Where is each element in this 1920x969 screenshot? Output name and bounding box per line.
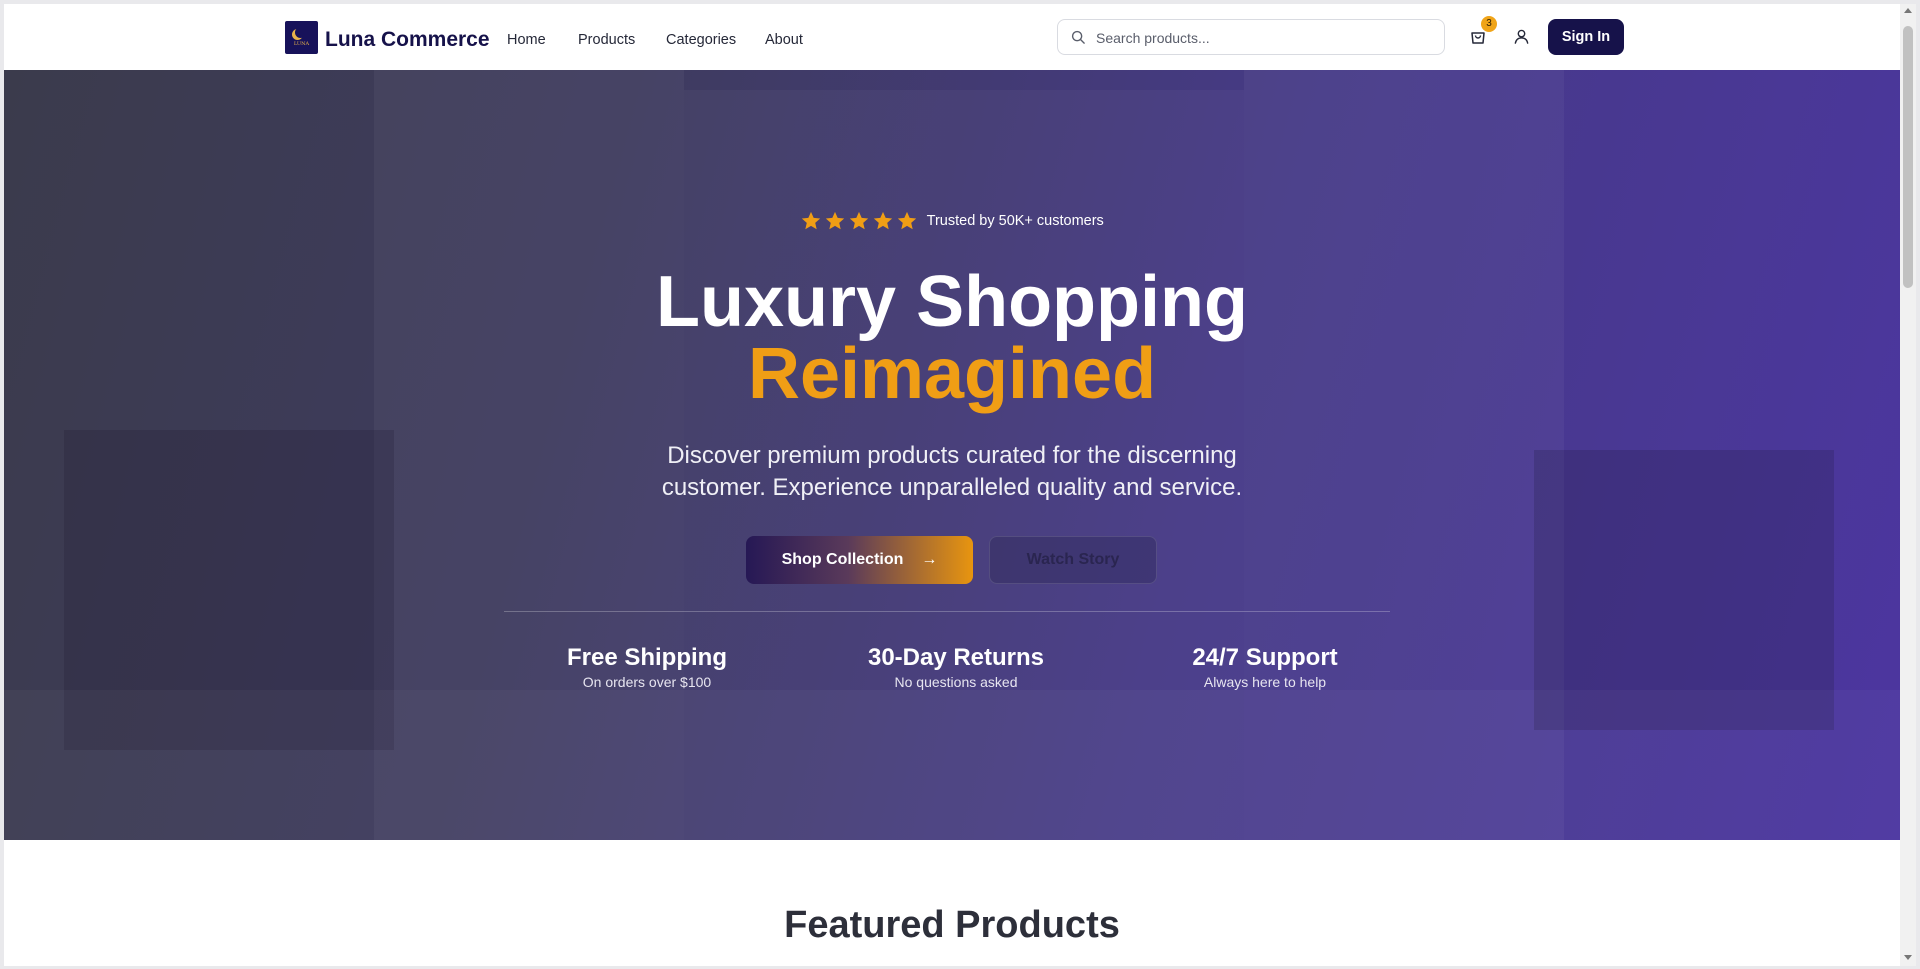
site-header: LUNA Luna Commerce Home Products Categor…: [4, 4, 1900, 70]
feature-support: 24/7 Support Always here to help: [1135, 644, 1395, 690]
hero-divider: [504, 611, 1390, 612]
feature-desc: Always here to help: [1203, 674, 1327, 690]
feature-title: 30-Day Returns: [867, 644, 1045, 671]
nav-products[interactable]: Products: [578, 32, 635, 48]
nav-categories[interactable]: Categories: [666, 32, 736, 48]
star-icon: [898, 211, 917, 230]
user-icon[interactable]: [1513, 28, 1530, 45]
rating-stars: [800, 210, 920, 232]
cart-count-badge: 3: [1481, 16, 1497, 32]
nav-home[interactable]: Home: [507, 32, 546, 48]
arrow-right-icon: →: [921, 551, 938, 568]
star-icon: [850, 211, 869, 230]
featured-products-heading: Featured Products: [784, 904, 1120, 946]
hero-section: Trusted by 50K+ customers Luxury Shoppin…: [4, 70, 1900, 840]
logo[interactable]: LUNA: [285, 21, 318, 54]
shop-collection-label: Shop Collection: [781, 551, 904, 568]
page-scrollbar[interactable]: [1900, 4, 1916, 966]
hero-title-line1: Luxury Shopping: [656, 262, 1248, 342]
star-icon: [802, 211, 821, 230]
feature-free-shipping: Free Shipping On orders over $100: [517, 644, 777, 690]
watch-story-button[interactable]: Watch Story: [989, 536, 1157, 584]
feature-returns: 30-Day Returns No questions asked: [826, 644, 1086, 690]
star-icon: [826, 211, 845, 230]
scrollbar-thumb[interactable]: [1903, 26, 1913, 288]
brand-name[interactable]: Luna Commerce: [325, 28, 490, 52]
search-icon: [1071, 30, 1085, 44]
moon-icon: [295, 27, 306, 38]
browser-viewport: LUNA Luna Commerce Home Products Categor…: [4, 4, 1900, 966]
sign-in-button[interactable]: Sign In: [1548, 19, 1624, 55]
feature-title: Free Shipping: [566, 644, 727, 671]
feature-title: 24/7 Support: [1192, 644, 1338, 671]
trust-rating: Trusted by 50K+ customers: [4, 210, 1900, 232]
search-input[interactable]: [1096, 26, 1426, 50]
scroll-up-arrow-icon[interactable]: [1904, 8, 1912, 13]
hero-subtitle: Discover premium products curated for th…: [661, 442, 1243, 501]
scroll-down-arrow-icon[interactable]: [1904, 955, 1912, 960]
logo-text: LUNA: [293, 41, 310, 47]
hero-backdrop-shape: [1534, 450, 1834, 730]
star-icon: [874, 211, 893, 230]
feature-desc: On orders over $100: [582, 674, 712, 690]
hero-title-line2: Reimagined: [747, 334, 1157, 414]
nav-about[interactable]: About: [765, 32, 803, 48]
feature-desc: No questions asked: [894, 674, 1018, 690]
search-box[interactable]: [1057, 19, 1445, 55]
shop-collection-button[interactable]: Shop Collection →: [746, 536, 973, 584]
hero-backdrop-shape: [4, 690, 1900, 840]
trust-text: Trusted by 50K+ customers: [926, 213, 1104, 229]
